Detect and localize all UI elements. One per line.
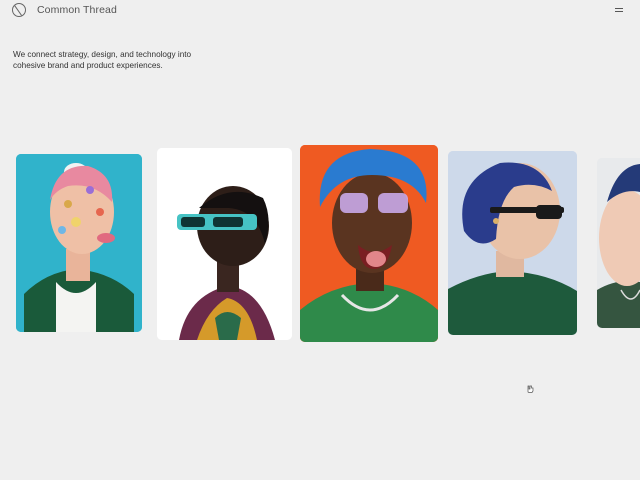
image-gallery	[0, 0, 640, 480]
gallery-image-2[interactable]	[157, 148, 292, 340]
gallery-image-3[interactable]	[300, 145, 438, 342]
hand-cursor-icon	[526, 381, 535, 393]
gallery-image-4[interactable]	[448, 151, 577, 335]
gallery-image-1[interactable]	[16, 154, 142, 332]
gallery-image-5[interactable]	[597, 158, 640, 328]
